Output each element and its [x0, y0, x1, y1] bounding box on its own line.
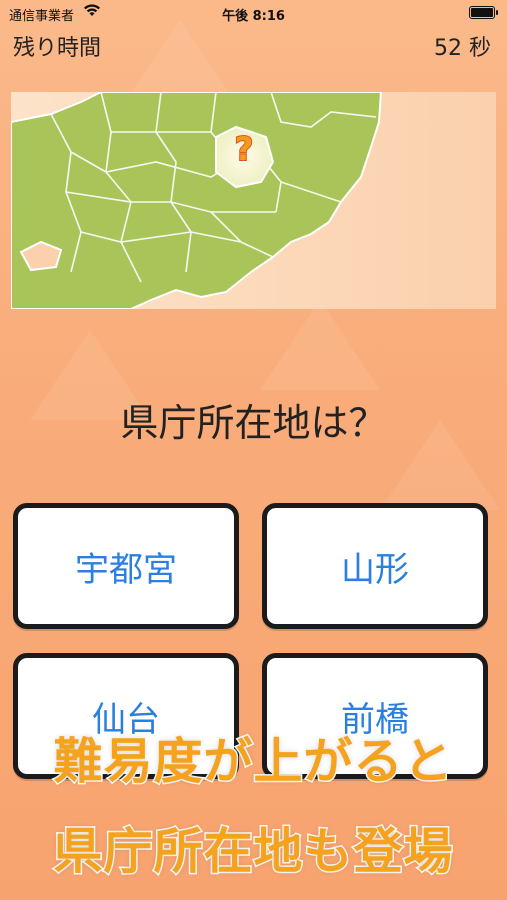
promo-banner-line-2: 県庁所在地も登場 — [52, 822, 454, 882]
timer-label: 残り時間 — [13, 36, 102, 61]
choice-button-1[interactable]: 宇都宮 — [13, 503, 239, 629]
clock: 午後 8:16 — [222, 9, 285, 24]
background-shape — [260, 300, 380, 390]
choice-label: 宇都宮 — [75, 549, 177, 590]
promo-banner-line-1: 難易度が上がると — [52, 732, 454, 792]
status-bar: 通信事業者 午後 8:16 — [0, 0, 507, 26]
timer-value: 52 秒 — [434, 36, 491, 61]
question-mark-icon: ? — [234, 129, 255, 169]
map-image: ? — [11, 92, 496, 309]
choice-label: 山形 — [341, 549, 409, 590]
question-text: 県庁所在地は？ — [120, 401, 387, 445]
choice-button-2[interactable]: 山形 — [262, 503, 488, 629]
battery-icon — [469, 6, 498, 19]
